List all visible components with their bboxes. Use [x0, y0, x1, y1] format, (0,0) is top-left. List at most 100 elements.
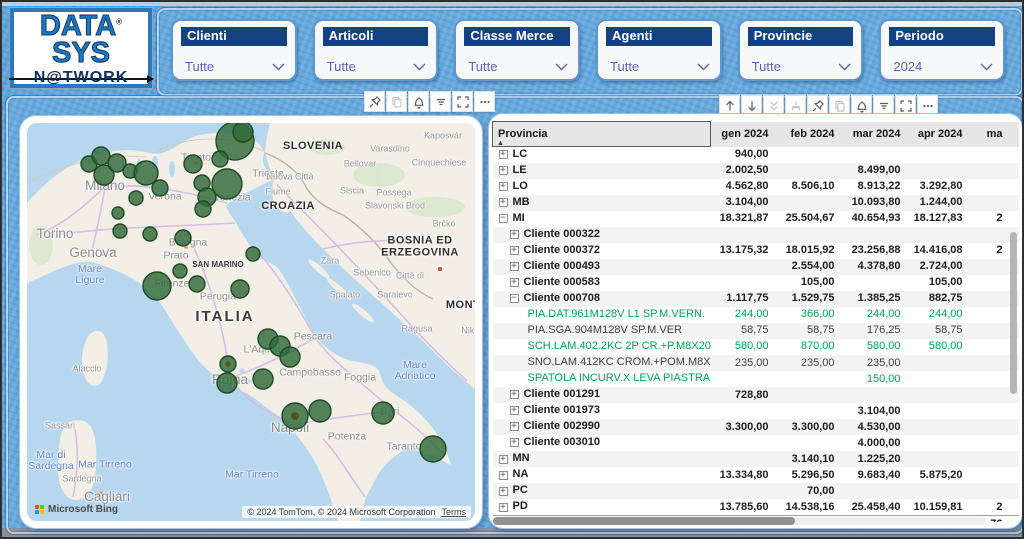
table-row[interactable]: +Cliente 0030104.000,00	[493, 435, 1020, 451]
toolbar-more-options-button[interactable]	[474, 91, 495, 112]
map-bubble[interactable]	[195, 201, 211, 217]
map-bubble[interactable]	[253, 369, 273, 389]
value-cell: 9.683,40	[841, 467, 907, 483]
table-row[interactable]: PIA.SGA.904M128V SP.M.VER58,7558,75176,2…	[493, 323, 1020, 339]
toolbar-drill-down-button[interactable]	[741, 95, 762, 116]
vertical-scrollbar-thumb[interactable]	[1010, 232, 1017, 394]
expand-icon[interactable]: +	[499, 503, 508, 512]
map-bubble[interactable]	[112, 207, 124, 219]
column-header-month[interactable]: mar 2024	[841, 122, 907, 147]
map-bubble[interactable]	[113, 224, 127, 238]
toolbar-pin-button[interactable]	[364, 91, 385, 112]
table-row[interactable]: +Cliente 0019733.104,00	[493, 403, 1020, 419]
toolbar-bell-button[interactable]	[851, 95, 872, 116]
expand-icon[interactable]: +	[510, 230, 519, 239]
toolbar-focus-mode-button[interactable]	[895, 95, 916, 116]
toolbar-drill-mode-button[interactable]	[785, 95, 806, 116]
table-row[interactable]: PIA.DAT.961M128V L1 SP.M.VERN.244,00366,…	[493, 307, 1020, 323]
map-bubble[interactable]	[143, 272, 171, 300]
map-bubble[interactable]	[212, 169, 242, 199]
table-row[interactable]: +LE2.002,508.499,00	[493, 163, 1020, 179]
table-row[interactable]: +NA13.334,805.296,509.683,405.875,20	[493, 467, 1020, 483]
filter-dropdown[interactable]: Tutte	[323, 59, 429, 75]
toolbar-filter-lines-button[interactable]	[873, 95, 894, 116]
map-bubble[interactable]	[152, 180, 168, 196]
table-row[interactable]: +Cliente 00037213.175,3218.015,9223.256,…	[493, 243, 1020, 259]
toolbar-filter-lines-button[interactable]	[430, 91, 451, 112]
expand-icon[interactable]: +	[499, 471, 508, 480]
map-bubble[interactable]	[217, 373, 237, 393]
value-cell: 18.015,92	[775, 243, 841, 259]
filter-dropdown[interactable]: Tutte	[606, 59, 712, 75]
toolbar-more-options-button[interactable]	[917, 95, 938, 116]
toolbar-drill-up-button[interactable]	[719, 95, 740, 116]
map-bubble[interactable]	[175, 230, 191, 246]
table-row[interactable]: +PD13.785,6014.538,1625.458,4010.159,812	[493, 499, 1020, 516]
map-bubble[interactable]	[129, 191, 143, 205]
table-row[interactable]: +Cliente 0029903.300,003.300,004.530,00	[493, 419, 1020, 435]
expand-icon[interactable]: +	[499, 487, 508, 496]
map-bubble[interactable]	[309, 400, 331, 422]
filter-dropdown[interactable]: Tutte	[748, 59, 854, 75]
expand-icon[interactable]: +	[510, 390, 519, 399]
column-header-month[interactable]: apr 2024	[907, 122, 969, 147]
expand-icon[interactable]: +	[510, 422, 519, 431]
horizontal-scrollbar-thumb[interactable]	[493, 517, 795, 525]
map-bubble[interactable]	[420, 436, 446, 462]
column-header-month[interactable]: ma	[969, 122, 1020, 147]
map-bubble[interactable]	[246, 247, 260, 261]
table-row[interactable]: +Cliente 000583105,00105,00	[493, 275, 1020, 291]
expand-icon[interactable]: +	[510, 406, 519, 415]
table-row[interactable]: +PC70,00	[493, 483, 1020, 499]
expand-icon[interactable]: +	[510, 246, 519, 255]
expand-icon[interactable]: +	[510, 262, 519, 271]
table-row[interactable]: −MI18.321,8725.504,6740.654,9318.127,832	[493, 211, 1020, 227]
table-row[interactable]: SPATOLA INCURV.X LEVA PIASTRA150,00	[493, 371, 1020, 387]
map-bubble[interactable]	[184, 155, 202, 173]
table-row[interactable]: +Cliente 001291728,80	[493, 387, 1020, 403]
toolbar-focus-mode-button[interactable]	[452, 91, 473, 112]
map-bubble[interactable]	[233, 123, 253, 142]
map-bubble[interactable]	[173, 264, 187, 278]
expand-icon[interactable]: +	[499, 198, 508, 207]
expand-icon[interactable]: +	[510, 438, 519, 447]
value-cell	[841, 483, 907, 499]
expand-icon[interactable]: +	[499, 182, 508, 191]
expand-icon[interactable]: +	[510, 278, 519, 287]
filter-dropdown[interactable]: Tutte	[464, 59, 570, 75]
column-header-provincia[interactable]: Provincia ▲	[493, 122, 711, 147]
map-bubble[interactable]	[212, 151, 228, 167]
table-row[interactable]: +Cliente 000322	[493, 227, 1020, 243]
column-header-month[interactable]: feb 2024	[775, 122, 841, 147]
filter-dropdown[interactable]: Tutte	[181, 59, 287, 75]
table-row[interactable]: +MB3.104,0010.093,801.244,00	[493, 195, 1020, 211]
map-bubble[interactable]	[92, 147, 110, 165]
filter-dropdown[interactable]: 2024	[889, 59, 995, 75]
map-bubble[interactable]	[280, 347, 300, 367]
collapse-icon[interactable]: −	[499, 214, 508, 223]
column-header-month[interactable]: gen 2024	[711, 122, 775, 147]
terms-link[interactable]: Terms	[442, 507, 467, 517]
horizontal-scrollbar-track[interactable]	[493, 517, 986, 525]
toolbar-pin-button[interactable]	[807, 95, 828, 116]
map-bubble[interactable]	[231, 280, 249, 298]
toolbar-bell-button[interactable]	[408, 91, 429, 112]
bing-map[interactable]: TrentoMilanoVeronaVeneziaTorinoTriesteSL…	[27, 123, 475, 521]
table-row[interactable]: SNO.LAM.412KC CROM.+POM.M8X25235,00235,0…	[493, 355, 1020, 371]
map-bubble[interactable]	[143, 227, 157, 241]
table-row[interactable]: +LC940,00	[493, 147, 1020, 164]
expand-icon[interactable]: +	[499, 455, 508, 464]
table-row[interactable]: +LO4.562,808.506,108.913,223.292,80	[493, 179, 1020, 195]
toolbar-copy-button[interactable]	[386, 91, 407, 112]
toolbar-copy-button[interactable]	[829, 95, 850, 116]
table-row[interactable]: +Cliente 0004932.554,004.378,802.724,00	[493, 259, 1020, 275]
collapse-icon[interactable]: −	[510, 294, 519, 303]
toolbar-expand-all-button[interactable]	[763, 95, 784, 116]
table-row[interactable]: −Cliente 0007081.117,751.529,751.385,258…	[493, 291, 1020, 307]
map-bubble[interactable]	[372, 402, 394, 424]
map-bubble[interactable]	[189, 276, 205, 292]
expand-icon[interactable]: +	[499, 150, 508, 159]
expand-icon[interactable]: +	[499, 166, 508, 175]
table-row[interactable]: SCH.LAM.402.2KC 2P CR.+P.M8X20580,00870,…	[493, 339, 1020, 355]
table-row[interactable]: +MN3.140,101.225,20	[493, 451, 1020, 467]
